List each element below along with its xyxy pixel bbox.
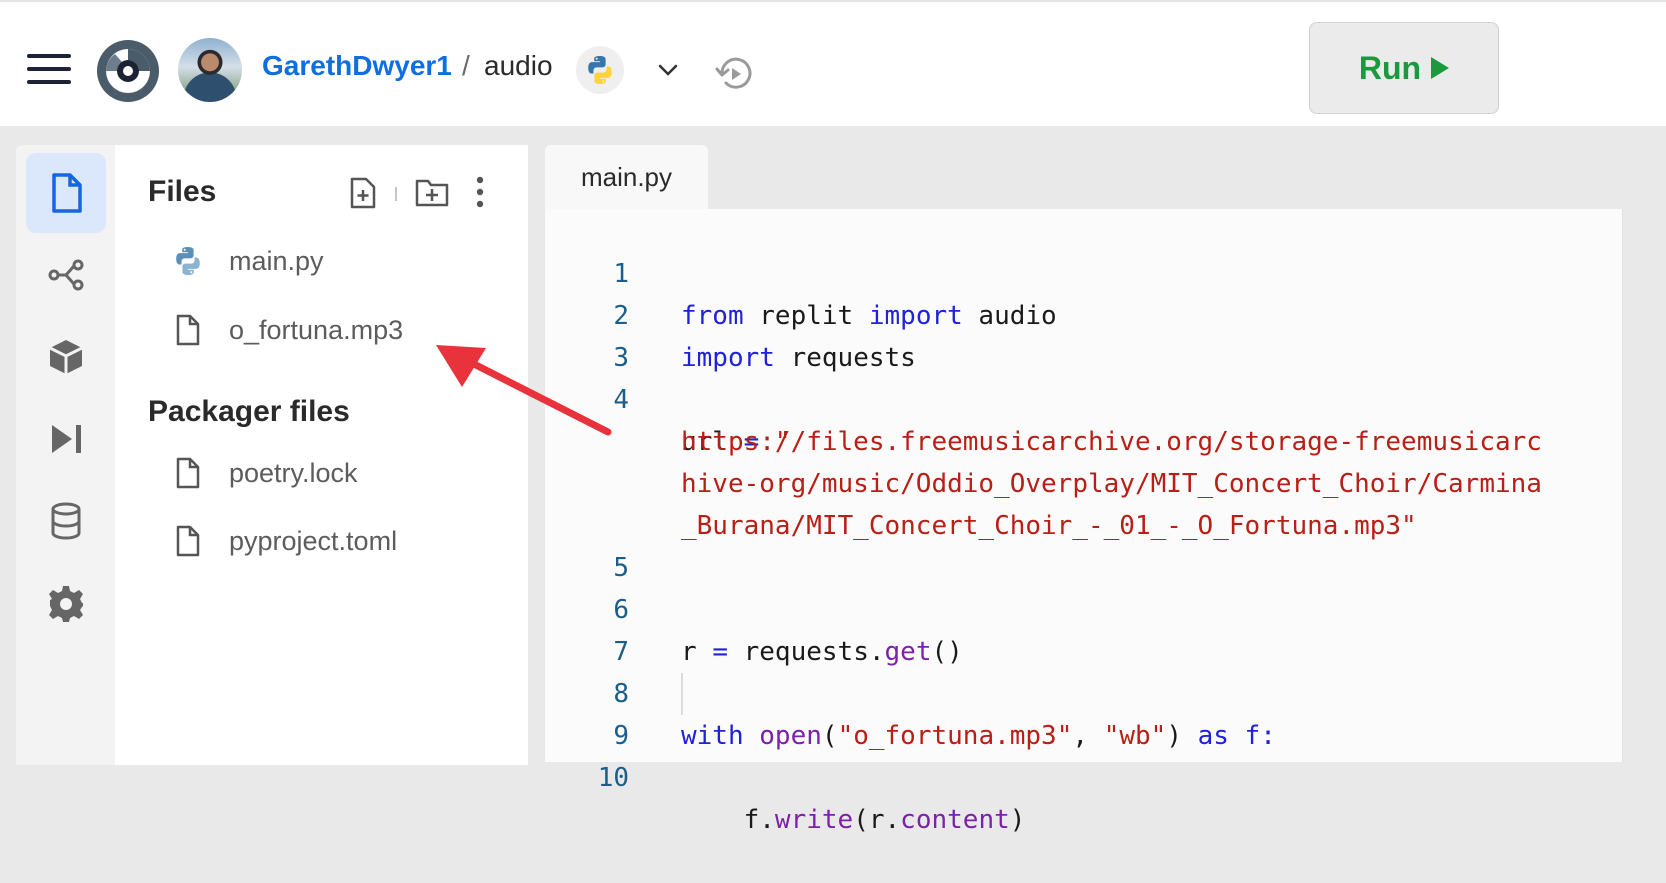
file-name: main.py bbox=[229, 245, 324, 276]
repl-name[interactable]: audio bbox=[484, 50, 553, 82]
breadcrumb-separator: / bbox=[462, 50, 470, 81]
code-line: 6 r = requests.get() bbox=[545, 547, 1623, 667]
play-icon bbox=[1431, 57, 1450, 79]
run-button[interactable]: Run bbox=[1309, 22, 1499, 114]
replit-logo-icon[interactable] bbox=[95, 38, 161, 104]
code-line: 9 f.write(r.content) bbox=[545, 673, 1623, 835]
debugger-icon[interactable] bbox=[26, 399, 106, 479]
code-line-wrapped: hive-org/music/Oddio_Overplay/MIT_Concer… bbox=[545, 421, 1623, 499]
file-item-o-fortuna-mp3[interactable]: o_fortuna.mp3 bbox=[171, 310, 403, 350]
code-line: 2 import requests bbox=[545, 253, 1623, 373]
activity-bar bbox=[16, 145, 115, 765]
code-line: 7 bbox=[545, 589, 1623, 667]
editor-scrollbar-edge bbox=[1622, 209, 1623, 762]
history-icon[interactable] bbox=[712, 52, 756, 101]
database-icon[interactable] bbox=[26, 481, 106, 561]
code-line: 1 from replit import audio bbox=[545, 211, 1623, 331]
packager-files-title: Packager files bbox=[148, 395, 350, 428]
code-token: f. bbox=[681, 805, 775, 835]
files-panel-title: Files bbox=[148, 175, 217, 208]
code-token: ) bbox=[1009, 805, 1026, 835]
python-language-icon[interactable] bbox=[576, 46, 624, 94]
file-name: poetry.lock bbox=[229, 457, 358, 488]
file-item-poetry-lock[interactable]: poetry.lock bbox=[171, 453, 358, 493]
files-panel: Files main.py o_fortuna.mp3 Packager fil… bbox=[115, 145, 528, 765]
code-editor[interactable]: 1 from replit import audio 2 import requ… bbox=[545, 209, 1623, 835]
code-line-wrapped: _Burana/MIT_Concert_Choir_-_01_-_O_Fortu… bbox=[545, 463, 1623, 541]
file-name: pyproject.toml bbox=[229, 525, 398, 556]
files-icon[interactable] bbox=[26, 153, 106, 233]
toolbar-divider bbox=[395, 187, 397, 201]
avatar[interactable] bbox=[178, 38, 242, 102]
code-token: content bbox=[900, 805, 1010, 835]
file-item-main-py[interactable]: main.py bbox=[171, 241, 324, 281]
new-folder-icon[interactable] bbox=[415, 177, 449, 212]
code-line: 4 url = " bbox=[545, 337, 1623, 457]
code-line: 3 bbox=[545, 295, 1623, 373]
code-line-wrapped: https://files.freemusicarchive.org/stora… bbox=[545, 379, 1623, 457]
code-content[interactable]: 1 from replit import audio 2 import requ… bbox=[545, 211, 1623, 835]
python-icon bbox=[171, 244, 205, 278]
packages-icon[interactable] bbox=[26, 317, 106, 397]
file-icon bbox=[171, 524, 205, 558]
line-number: 10 bbox=[597, 763, 629, 793]
top-bar: GarethDwyer1 / audio Run bbox=[0, 0, 1666, 126]
code-token: write bbox=[774, 805, 854, 835]
file-icon bbox=[171, 456, 205, 490]
username-link[interactable]: GarethDwyer1 bbox=[262, 50, 452, 82]
code-token: (r. bbox=[853, 805, 901, 835]
file-name: o_fortuna.mp3 bbox=[229, 314, 404, 345]
settings-icon[interactable] bbox=[26, 563, 106, 643]
file-icon bbox=[171, 313, 205, 347]
run-button-label: Run bbox=[1358, 49, 1422, 86]
code-line: 8 with open("o_fortuna.mp3", "wb") as f: bbox=[545, 631, 1623, 751]
chevron-down-icon[interactable] bbox=[656, 58, 680, 87]
code-line: 10 bbox=[545, 715, 1623, 793]
version-control-icon[interactable] bbox=[26, 235, 106, 315]
more-options-icon[interactable] bbox=[475, 175, 485, 214]
code-line: 5 bbox=[545, 505, 1623, 583]
new-file-icon[interactable] bbox=[348, 177, 378, 214]
annotation-arrow-icon bbox=[420, 340, 620, 455]
tab-main-py[interactable]: main.py bbox=[545, 145, 708, 209]
indent-guide bbox=[681, 673, 683, 715]
file-item-pyproject-toml[interactable]: pyproject.toml bbox=[171, 521, 397, 561]
menu-icon[interactable] bbox=[27, 54, 71, 84]
